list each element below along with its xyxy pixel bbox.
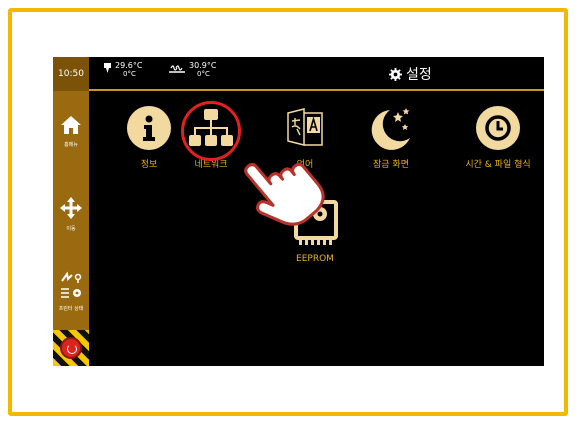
nozzle-temp-target: 0°C xyxy=(123,70,136,78)
menu-lock-screen-label: 잠금 화면 xyxy=(373,160,409,170)
page-title: 설정 xyxy=(389,64,432,84)
menu-info-label: 정보 xyxy=(140,160,158,170)
menu-lock-screen[interactable]: 잠금 화면 xyxy=(356,105,426,170)
printer-status-label: 프린터 상태 xyxy=(58,306,84,312)
home-label: 홈메뉴 xyxy=(64,142,78,148)
move-arrows-icon xyxy=(60,197,82,219)
power-icon xyxy=(60,337,82,359)
emergency-stop-button[interactable] xyxy=(53,330,89,366)
home-button[interactable]: 홈메뉴 xyxy=(53,115,89,148)
gear-icon xyxy=(389,67,402,81)
clock-icon xyxy=(476,106,520,150)
move-label: 이동 xyxy=(66,226,76,232)
nozzle-temperature: 29.6°C 0°C xyxy=(115,61,142,79)
sidebar: 10:50 홈메뉴 이동 프린터 상태 xyxy=(53,57,89,366)
pointing-hand-icon xyxy=(243,145,329,235)
menu-time-format-label: 시간 & 파일 형식 xyxy=(465,160,531,170)
nozzle-temp-value: 29.6°C xyxy=(115,61,143,70)
printer-status-icon xyxy=(61,271,82,298)
move-button[interactable]: 이동 xyxy=(53,197,89,232)
language-icon xyxy=(287,108,323,146)
page-title-text: 설정 xyxy=(406,67,432,83)
printer-status-button[interactable]: 프린터 상태 xyxy=(53,271,89,312)
clock: 10:50 xyxy=(53,57,89,91)
menu-eeprom-label: EEPROM xyxy=(296,254,334,264)
menu-info[interactable]: 정보 xyxy=(114,105,184,170)
top-status-bar: 29.6°C 0°C 30.9°C 0°C 설정 xyxy=(89,57,544,91)
printer-screen: 10:50 홈메뉴 이동 프린터 상태 29.6°C 0°C 30.9°C 0°… xyxy=(53,57,544,366)
home-icon xyxy=(61,116,81,134)
bed-temperature: 30.9°C 0°C xyxy=(189,61,216,79)
moon-stars-icon xyxy=(371,108,410,150)
bed-temp-target: 0°C xyxy=(197,70,210,78)
info-icon xyxy=(127,106,171,150)
bed-temp-value: 30.9°C xyxy=(189,61,217,70)
menu-time-format[interactable]: 시간 & 파일 형식 xyxy=(456,105,540,170)
highlight-circle xyxy=(181,101,241,161)
heated-bed-icon xyxy=(169,65,185,73)
nozzle-icon xyxy=(104,63,111,73)
